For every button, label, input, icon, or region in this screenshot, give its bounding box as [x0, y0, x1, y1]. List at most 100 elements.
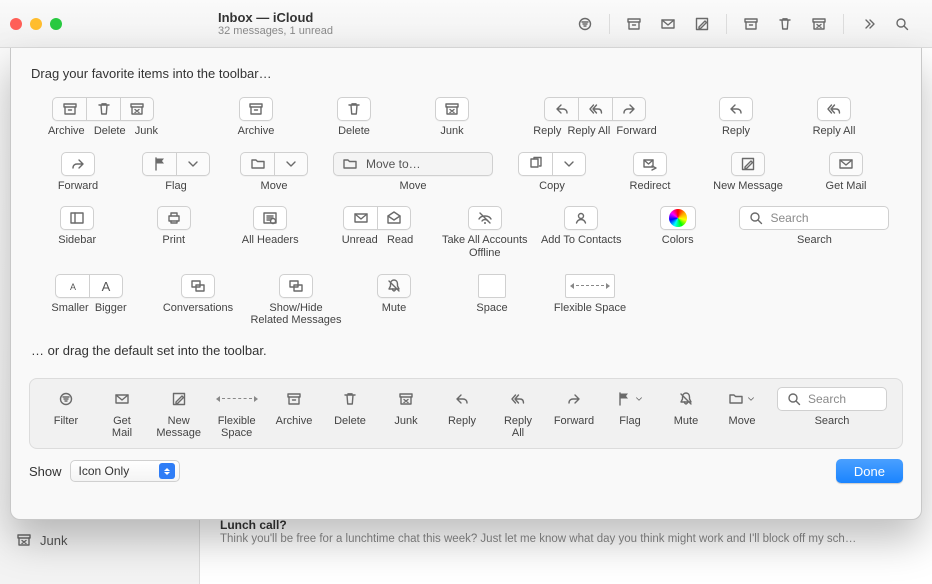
def-move[interactable]: Move — [716, 387, 768, 428]
unread-icon[interactable] — [343, 206, 377, 230]
show-mode-popup[interactable]: Icon Only — [70, 460, 180, 482]
filter-icon[interactable] — [571, 12, 599, 36]
item-search[interactable]: Search Search — [726, 204, 903, 253]
item-flexspace[interactable]: Flexible Space — [541, 272, 639, 321]
chevron-down-icon[interactable] — [274, 152, 308, 176]
replyall-icon[interactable] — [817, 97, 851, 121]
chevron-down-icon[interactable] — [176, 152, 210, 176]
trash-icon[interactable] — [86, 97, 120, 121]
item-print-dim[interactable]: Print — [125, 204, 221, 253]
trash-icon[interactable] — [771, 12, 799, 36]
headers-icon[interactable] — [253, 206, 287, 230]
item-newmessage-dim[interactable]: New Message — [699, 150, 797, 199]
envelope-icon[interactable] — [105, 387, 139, 411]
group-smaller-bigger[interactable]: Smaller Bigger — [29, 272, 149, 321]
flex-space-box[interactable] — [212, 387, 262, 411]
color-wheel-icon[interactable] — [660, 206, 696, 230]
reply-icon[interactable] — [445, 387, 479, 411]
default-toolbar-set[interactable]: Filter Get Mail New Message Flexible Spa… — [29, 378, 903, 449]
trash-icon[interactable] — [333, 387, 367, 411]
def-delete[interactable]: Delete — [324, 387, 376, 428]
item-allheaders[interactable]: All Headers — [222, 204, 318, 253]
replyall-icon[interactable] — [578, 97, 612, 121]
zoom-window[interactable] — [50, 18, 62, 30]
smaller-icon[interactable] — [55, 274, 89, 298]
item-copy[interactable]: Copy — [503, 150, 601, 199]
space-box[interactable] — [478, 274, 506, 298]
item-moveto[interactable]: Move to… Move — [323, 150, 503, 199]
def-forward[interactable]: Forward — [548, 387, 600, 428]
item-replyall[interactable]: Reply All — [785, 95, 883, 144]
minimize-window[interactable] — [30, 18, 42, 30]
sidebar-item-junk[interactable]: Junk — [0, 526, 199, 554]
replyall-icon[interactable] — [501, 387, 535, 411]
contact-icon[interactable] — [564, 206, 598, 230]
folder-icon[interactable] — [719, 387, 765, 411]
getmail-icon[interactable] — [654, 12, 682, 36]
def-newmessage[interactable]: New Message — [152, 387, 205, 440]
print-icon[interactable] — [157, 206, 191, 230]
moveto-field[interactable]: Move to… — [333, 152, 493, 176]
item-reply[interactable]: Reply — [687, 95, 785, 144]
item-delete[interactable]: Delete — [305, 95, 403, 144]
trash-icon[interactable] — [337, 97, 371, 121]
chevron-down-icon[interactable] — [552, 152, 586, 176]
item-redirect[interactable]: Redirect — [601, 150, 699, 199]
def-reply[interactable]: Reply — [436, 387, 488, 428]
flag-icon[interactable] — [607, 387, 653, 411]
flag-icon[interactable] — [142, 152, 176, 176]
def-flag[interactable]: Flag — [604, 387, 656, 428]
envelope-icon[interactable] — [829, 152, 863, 176]
archive-icon[interactable] — [277, 387, 311, 411]
group-unread-read[interactable]: Unread Read — [318, 204, 436, 253]
flex-space-box[interactable] — [565, 274, 615, 298]
filter-icon[interactable] — [49, 387, 83, 411]
group-reply-all-forward-dim[interactable]: Reply Reply All Forward — [521, 95, 669, 144]
item-conversations[interactable]: Conversations — [149, 272, 247, 321]
search-field[interactable]: Search — [777, 387, 887, 411]
def-mute[interactable]: Mute — [660, 387, 712, 428]
redirect-icon[interactable] — [633, 152, 667, 176]
sidebar-icon[interactable] — [60, 206, 94, 230]
junk-icon[interactable] — [435, 97, 469, 121]
item-mute-dim[interactable]: Mute — [345, 272, 443, 321]
reply-icon[interactable] — [544, 97, 578, 121]
related-icon[interactable] — [279, 274, 313, 298]
window-controls[interactable] — [10, 18, 180, 30]
item-move-dim[interactable]: Move — [225, 150, 323, 199]
def-flexspace[interactable]: Flexible Space — [209, 387, 264, 440]
def-replyall[interactable]: Reply All — [492, 387, 544, 440]
def-archive[interactable]: Archive — [268, 387, 320, 428]
overflow-icon[interactable] — [854, 12, 882, 36]
compose-icon[interactable] — [162, 387, 196, 411]
def-filter[interactable]: Filter — [40, 387, 92, 428]
item-getmail-dim[interactable]: Get Mail — [797, 150, 895, 199]
archive2-icon[interactable] — [737, 12, 765, 36]
search-field[interactable]: Search — [739, 206, 889, 230]
forward-icon[interactable] — [557, 387, 591, 411]
compose-icon[interactable] — [688, 12, 716, 36]
def-getmail[interactable]: Get Mail — [96, 387, 148, 440]
folder-icon[interactable] — [240, 152, 274, 176]
item-colors[interactable]: Colors — [629, 204, 725, 253]
item-archive[interactable]: Archive — [207, 95, 305, 144]
archive-icon[interactable] — [239, 97, 273, 121]
offline-icon[interactable] — [468, 206, 502, 230]
read-icon[interactable] — [377, 206, 411, 230]
forward-icon[interactable] — [612, 97, 646, 121]
bigger-icon[interactable] — [89, 274, 123, 298]
item-flag-dim[interactable]: Flag — [127, 150, 225, 199]
item-forward[interactable]: Forward — [29, 150, 127, 199]
item-junk[interactable]: Junk — [403, 95, 501, 144]
done-button[interactable]: Done — [836, 459, 903, 483]
item-space[interactable]: Space — [443, 272, 541, 321]
archive-icon[interactable] — [620, 12, 648, 36]
def-search[interactable]: SearchSearch — [772, 387, 892, 428]
forward-icon[interactable] — [61, 152, 95, 176]
item-offline[interactable]: Take All Accounts Offline — [437, 204, 533, 265]
conversation-icon[interactable] — [181, 274, 215, 298]
search-icon[interactable] — [888, 12, 916, 36]
mute-icon[interactable] — [377, 274, 411, 298]
close-window[interactable] — [10, 18, 22, 30]
reply-icon[interactable] — [719, 97, 753, 121]
